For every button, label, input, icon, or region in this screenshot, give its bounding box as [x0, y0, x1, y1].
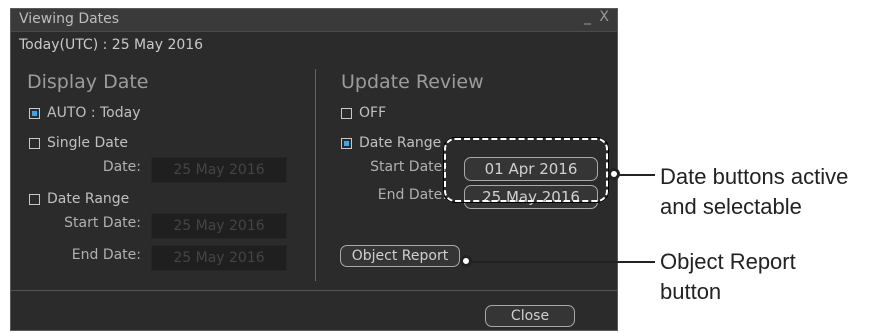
update-date-range-option[interactable]: Date Range — [341, 135, 441, 151]
section-divider — [315, 69, 316, 281]
single-date-option[interactable]: Single Date — [29, 135, 128, 151]
auto-label: AUTO : Today — [47, 105, 141, 121]
footer-divider — [11, 290, 617, 291]
object-report-callout-text: Object Report button — [660, 249, 796, 304]
single-date-field-label: Date: — [102, 159, 141, 175]
display-date-title: Display Date — [27, 71, 149, 93]
title-bar: Viewing Dates _ X — [11, 9, 617, 32]
update-date-range-checkbox[interactable] — [341, 137, 352, 149]
single-date-field: 25 May 2016 — [151, 157, 287, 183]
today-label: Today(UTC) : — [19, 37, 108, 53]
off-option[interactable]: OFF — [341, 105, 386, 121]
today-line: Today(UTC) : 25 May 2016 — [19, 37, 203, 53]
off-checkbox[interactable] — [341, 107, 352, 119]
update-start-date-label: Start Date: — [370, 159, 447, 175]
display-date-range-label: Date Range — [47, 191, 130, 207]
display-start-date-label: Start Date: — [64, 215, 141, 231]
object-report-button[interactable]: Object Report — [340, 245, 460, 267]
date-buttons-highlight — [443, 137, 609, 203]
display-start-date-field: 25 May 2016 — [151, 213, 287, 239]
window-controls[interactable]: _ X — [584, 9, 611, 25]
object-report-leader-line — [468, 261, 655, 263]
update-date-range-label: Date Range — [359, 135, 442, 151]
display-end-date-label: End Date: — [71, 247, 141, 263]
date-buttons-callout-text: Date buttons active and selectable — [660, 164, 849, 219]
date-buttons-leader-dot — [608, 168, 620, 180]
display-end-date-field: 25 May 2016 — [151, 245, 287, 271]
today-value: 25 May 2016 — [111, 37, 204, 53]
off-label: OFF — [359, 105, 387, 121]
update-end-date-label: End Date: — [377, 187, 447, 203]
date-buttons-leader-line — [615, 174, 655, 176]
stage: Viewing Dates _ X Today(UTC) : 25 May 20… — [0, 0, 889, 333]
object-report-leader-dot — [460, 255, 472, 267]
display-date-range-checkbox[interactable] — [29, 193, 40, 205]
close-button[interactable]: Close — [485, 305, 575, 327]
window-title: Viewing Dates — [19, 11, 120, 27]
single-date-label: Single Date — [47, 135, 128, 151]
auto-checkbox[interactable] — [29, 107, 40, 119]
display-date-range-option[interactable]: Date Range — [29, 191, 129, 207]
single-date-checkbox[interactable] — [29, 137, 40, 149]
update-review-title: Update Review — [341, 71, 484, 93]
auto-today-option[interactable]: AUTO : Today — [29, 105, 141, 121]
